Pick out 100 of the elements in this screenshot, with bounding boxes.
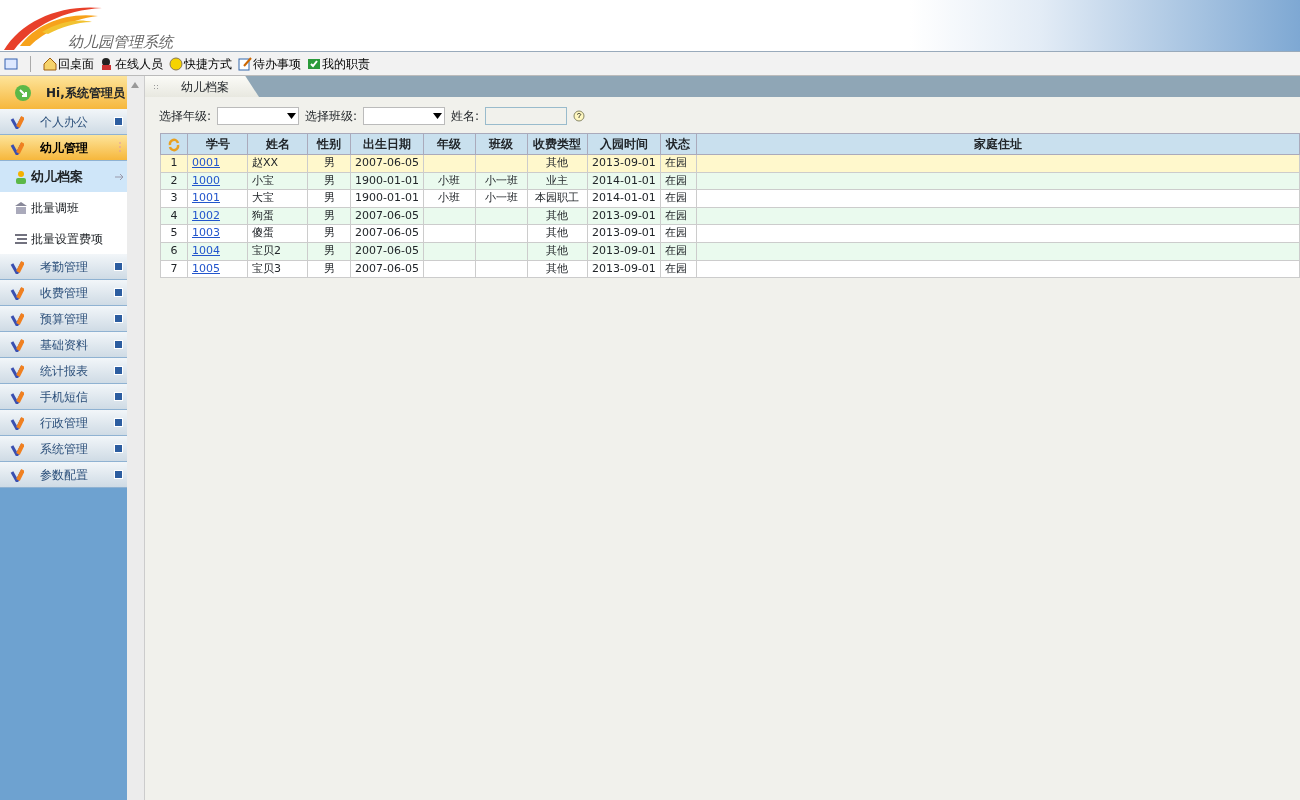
table-cell: 小班	[438, 191, 461, 205]
expand-icon[interactable]	[113, 470, 123, 479]
building-icon	[14, 200, 28, 215]
table-cell: 本园职工	[535, 191, 580, 205]
grip-icon	[153, 83, 159, 90]
expand-icon[interactable]	[113, 418, 123, 427]
toolbar-button[interactable]: 我的职责	[307, 54, 370, 73]
table-cell: 狗蛋	[252, 208, 274, 222]
field-label: 选择班级:	[305, 108, 358, 125]
sidebar-item[interactable]: 批量调班	[0, 192, 127, 223]
expand-icon[interactable]	[113, 340, 123, 349]
row-number: 2	[170, 173, 178, 187]
column-header: 学号	[187, 133, 248, 155]
table-cell: 其他	[546, 208, 569, 222]
column-header: 年级	[423, 133, 476, 155]
sidebar-group[interactable]: 幼儿管理	[0, 135, 127, 161]
house-icon	[43, 56, 57, 71]
table-cell: 小一班	[484, 173, 518, 187]
sidebar-group[interactable]: 行政管理	[0, 410, 127, 436]
sidebar-group[interactable]: 参数配置	[0, 462, 127, 488]
user-badge-icon	[14, 83, 32, 102]
table-cell: 在园	[664, 208, 687, 222]
table-cell: 其他	[546, 244, 569, 257]
table-cell: 在园	[664, 173, 687, 187]
column-header: 收费类型	[527, 133, 588, 155]
table-cell: 男	[323, 244, 335, 257]
column-header: 姓名	[247, 133, 308, 155]
user-greeting: Hi,系统管理员	[46, 84, 125, 102]
table-cell: 傻蛋	[252, 226, 274, 240]
table-cell: 在园	[664, 191, 687, 205]
table-cell: 其他	[546, 226, 569, 240]
folder-logo-icon	[10, 441, 24, 456]
window-icon[interactable]	[4, 57, 18, 70]
sidebar-group[interactable]: 基础资料	[0, 332, 127, 358]
sidebar-group[interactable]: 考勤管理	[0, 254, 127, 280]
expand-icon[interactable]	[113, 288, 123, 297]
expand-icon[interactable]	[113, 117, 123, 126]
row-number: 1	[170, 156, 178, 170]
column-header: 班级	[475, 133, 528, 155]
table-cell: 2013-09-01	[591, 156, 656, 170]
toolbar-button[interactable]: 回桌面	[43, 54, 94, 73]
folder-logo-icon	[10, 114, 24, 129]
row-number: 6	[170, 244, 178, 257]
sidebar-group[interactable]: 预算管理	[0, 306, 127, 332]
tab[interactable]: 幼儿档案	[145, 76, 259, 97]
folder-logo-icon	[10, 389, 24, 404]
field-label: 选择年级:	[159, 108, 212, 125]
toolbar-button[interactable]: 快捷方式	[169, 54, 232, 73]
caret-icon	[287, 113, 297, 119]
sidebar-group[interactable]: 个人办公	[0, 109, 127, 135]
expand-icon[interactable]	[113, 262, 123, 271]
table-cell: 男	[323, 173, 335, 187]
table-cell: 大宝	[252, 191, 274, 205]
sidebar-group[interactable]: 手机短信	[0, 384, 127, 410]
expand-icon[interactable]	[113, 392, 123, 401]
table-cell: 男	[323, 191, 335, 205]
sidebar-group[interactable]: 统计报表	[0, 358, 127, 384]
table-cell: 赵XX	[252, 156, 279, 170]
column-header: 状态	[660, 133, 697, 155]
smiley-icon	[169, 56, 183, 71]
field-label: 姓名:	[451, 108, 480, 125]
folder-logo-icon	[10, 140, 24, 155]
toolbar-button[interactable]: 在线人员	[100, 54, 163, 73]
row-number: 5	[170, 226, 178, 240]
table-cell: 男	[323, 208, 335, 222]
table-cell: 业主	[546, 173, 569, 187]
table-cell: 小班	[438, 173, 461, 187]
table-cell: 2007-06-05	[355, 244, 419, 257]
folder-logo-icon	[10, 467, 24, 482]
help-icon[interactable]	[573, 110, 586, 122]
sidebar-group[interactable]: 收费管理	[0, 280, 127, 306]
sidebar-item[interactable]: 批量设置费项	[0, 223, 127, 254]
row-number: 7	[170, 261, 178, 275]
row-number: 3	[170, 191, 178, 205]
folder-logo-icon	[10, 415, 24, 430]
table-cell: 在园	[664, 244, 687, 257]
expand-icon[interactable]	[113, 444, 123, 453]
column-header: 出生日期	[350, 133, 424, 155]
table-cell: 在园	[664, 226, 687, 240]
column-header: 性别	[307, 133, 351, 155]
table-cell: 2014-01-01	[591, 191, 656, 205]
row-number: 4	[170, 208, 178, 222]
expand-icon[interactable]	[113, 366, 123, 375]
toolbar-button[interactable]: 待办事项	[238, 54, 301, 73]
table-cell: 2007-06-05	[355, 226, 419, 240]
table-cell: 1900-01-01	[355, 173, 419, 187]
sidebar-group[interactable]: 系统管理	[0, 436, 127, 462]
table-cell: 宝贝3	[252, 261, 281, 275]
expand-icon[interactable]	[113, 314, 123, 323]
table-cell: 小一班	[484, 191, 518, 205]
checkmark-icon	[307, 56, 321, 71]
table-cell: 2007-06-05	[355, 261, 419, 275]
table-cell: 在园	[664, 156, 687, 170]
sidebar-item[interactable]: 幼儿档案	[0, 161, 127, 192]
table-cell: 2013-09-01	[591, 244, 656, 257]
input-field[interactable]	[485, 107, 568, 125]
person-icon	[100, 56, 114, 71]
folder-logo-icon	[10, 311, 24, 326]
column-header: 家庭住址	[696, 133, 1300, 155]
table-cell: 2013-09-01	[591, 226, 656, 240]
